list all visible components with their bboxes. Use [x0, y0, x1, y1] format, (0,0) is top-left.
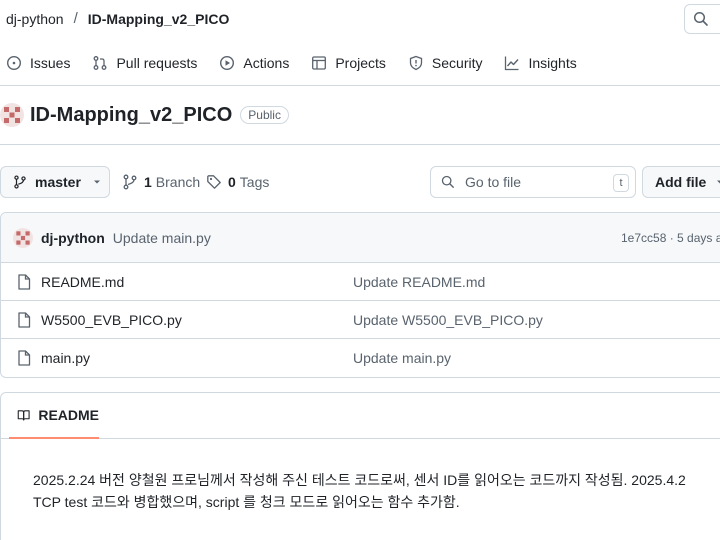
branches-link[interactable]: 1 Branch — [122, 166, 200, 198]
branch-icon — [14, 175, 26, 189]
branch-label: Branch — [155, 174, 201, 190]
tab-label: Insights — [528, 55, 577, 71]
branch-icon — [123, 174, 137, 190]
tab-insights[interactable]: Insights — [496, 46, 584, 80]
add-file-button[interactable]: Add file — [642, 166, 720, 198]
table-row: README.md Update README.md — [1, 263, 720, 301]
tab-issues[interactable]: Issues — [0, 46, 78, 80]
table-row: W5500_EVB_PICO.py Update W5500_EVB_PICO.… — [1, 301, 720, 339]
latest-commit-row: dj-python Update main.py 1e7cc58 · 5 day… — [1, 213, 720, 263]
repo-title: ID-Mapping_v2_PICO Public — [0, 100, 289, 130]
readme-text-line: TCP test 코드와 병합했으며, script 를 청크 모드로 읽어오는… — [33, 494, 460, 510]
readme-panel: README 2025.2.24 버전 양철원 프로님께서 작성해 주신 테스트… — [0, 392, 720, 540]
readme-header: README — [1, 393, 720, 439]
tab-actions[interactable]: Actions — [211, 46, 297, 80]
tab-label: Pull requests — [116, 55, 198, 71]
file-commit-message-link[interactable]: Update README.md — [353, 274, 485, 290]
readme-tab-label: README — [38, 407, 99, 423]
breadcrumb-owner-link[interactable]: dj-python — [6, 11, 64, 27]
tab-readme[interactable]: README — [9, 393, 99, 439]
breadcrumb-separator: / — [73, 10, 78, 27]
caret-down-icon — [717, 180, 720, 184]
pull-request-icon — [94, 56, 107, 70]
repo-nav-tabs: Issues Pull requests Actions Projects Se… — [0, 46, 591, 80]
branch-name: master — [35, 174, 81, 190]
tags-link[interactable]: 0 Tags — [206, 166, 269, 198]
play-icon — [220, 55, 235, 71]
file-icon — [18, 350, 31, 366]
file-list: dj-python Update main.py 1e7cc58 · 5 day… — [0, 212, 720, 378]
search-icon — [693, 11, 708, 26]
shield-icon — [409, 55, 423, 71]
file-name-link[interactable]: main.py — [41, 350, 90, 366]
breadcrumb-repo-link[interactable]: ID-Mapping_v2_PICO — [88, 11, 230, 27]
tab-security[interactable]: Security — [400, 46, 491, 80]
readme-text-line: 2025.2.24 버전 양철원 프로님께서 작성해 주신 테스트 코드로써, … — [33, 472, 686, 488]
commit-author-link[interactable]: dj-python — [41, 230, 105, 246]
author-avatar-icon[interactable] — [13, 227, 33, 248]
file-icon — [18, 311, 31, 328]
shortcut-key: t — [613, 174, 629, 192]
tab-pull-requests[interactable]: Pull requests — [84, 46, 205, 80]
add-file-label: Add file — [655, 174, 707, 190]
tab-label: Projects — [335, 55, 386, 71]
tag-count: 0 — [228, 174, 236, 190]
book-icon — [17, 410, 30, 421]
tab-projects[interactable]: Projects — [303, 46, 394, 80]
repo-header: dj-python / ID-Mapping_v2_PICO Issues Pu… — [0, 0, 720, 86]
commit-message-link[interactable]: Update main.py — [113, 230, 211, 246]
tab-label: Issues — [30, 55, 71, 71]
file-commit-message-link[interactable]: Update W5500_EVB_PICO.py — [353, 312, 543, 328]
branch-select-button[interactable]: master — [0, 166, 110, 198]
file-toolbar: master 1 Branch 0 Tags Go to file t Add … — [0, 166, 720, 198]
search-button[interactable] — [684, 4, 720, 34]
file-commit-message-link[interactable]: Update main.py — [353, 350, 451, 366]
graph-icon — [505, 56, 520, 71]
tag-label: Tags — [239, 174, 270, 190]
owner-avatar-icon[interactable] — [0, 103, 24, 127]
go-to-file-input[interactable]: Go to file t — [430, 166, 636, 198]
go-to-file-placeholder: Go to file — [465, 174, 522, 190]
file-name-link[interactable]: README.md — [41, 274, 124, 290]
visibility-badge: Public — [240, 106, 289, 124]
tag-icon — [207, 175, 221, 189]
readme-content: 2025.2.24 버전 양철원 프로님께서 작성해 주신 테스트 코드로써, … — [1, 439, 720, 540]
commit-hash-time[interactable]: 1e7cc58 · 5 days ago — [621, 231, 720, 245]
caret-down-icon — [93, 180, 100, 184]
repo-name[interactable]: ID-Mapping_v2_PICO — [30, 104, 232, 127]
table-icon — [312, 56, 327, 70]
breadcrumb: dj-python / ID-Mapping_v2_PICO — [6, 10, 229, 27]
file-name-link[interactable]: W5500_EVB_PICO.py — [41, 312, 182, 328]
branch-count: 1 — [144, 174, 152, 190]
search-icon — [441, 175, 454, 188]
tab-label: Security — [431, 55, 483, 71]
header-divider — [0, 144, 720, 145]
issue-icon — [6, 55, 22, 71]
file-icon — [18, 273, 31, 290]
table-row: main.py Update main.py — [1, 339, 720, 377]
tab-label: Actions — [243, 55, 290, 71]
